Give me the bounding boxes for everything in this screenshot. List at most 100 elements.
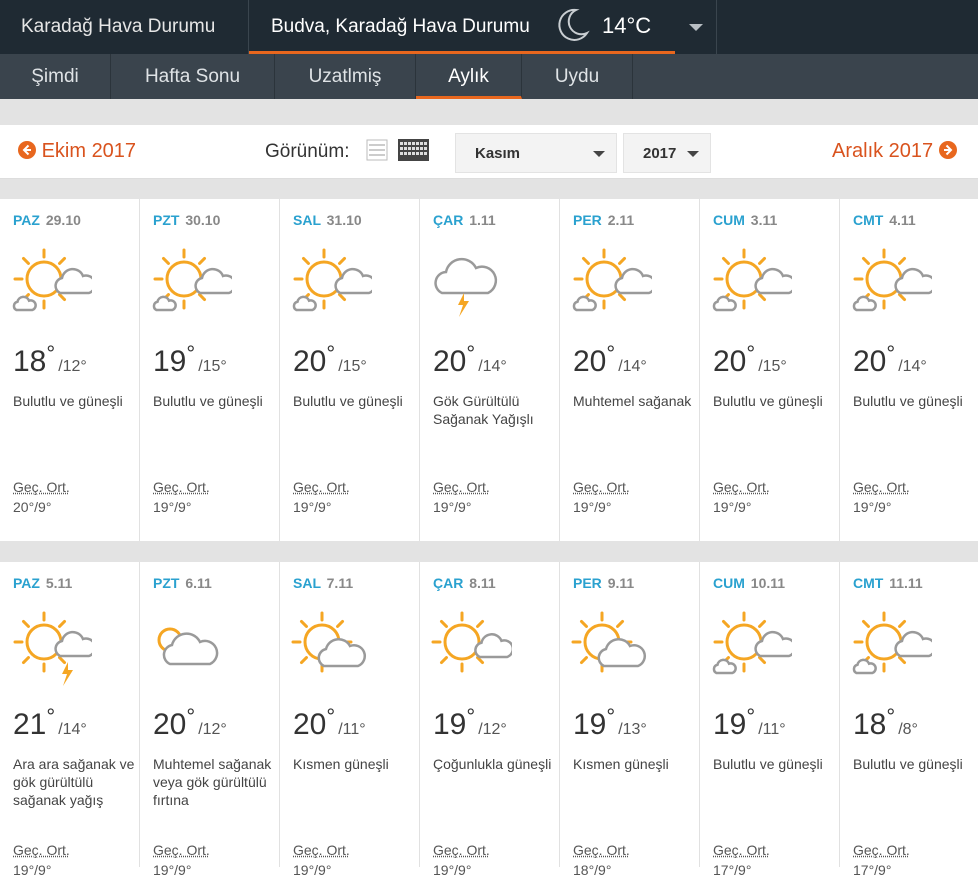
historical-avg-label: Geç. Ort.	[853, 842, 910, 858]
low-temp: /8°	[898, 721, 918, 738]
date: 29.10	[45, 212, 81, 228]
high-temp: 20	[713, 345, 747, 378]
date: 1.11	[469, 212, 496, 228]
year-select-value: 2017	[643, 145, 677, 162]
date: 31.10	[326, 212, 362, 228]
historical-avg-value: 20°/9°	[13, 499, 52, 515]
day-card[interactable]: CMT 4.11 20°/14° Bulutlu ve güneşli Geç. Or…	[840, 199, 978, 541]
month-select-value: Kasım	[475, 145, 521, 162]
degree-symbol: °	[746, 704, 756, 729]
tab-simdi[interactable]: Şimdi	[0, 54, 111, 99]
temperature: 21°/14°	[13, 704, 87, 742]
country-link[interactable]: Karadağ Hava Durumu	[0, 0, 249, 54]
degree-symbol: °	[326, 341, 336, 366]
chevron-down-icon	[593, 151, 605, 157]
tab-uzatilmis[interactable]: Uzatlmiş	[275, 54, 416, 99]
high-temp: 19	[573, 708, 607, 741]
year-select[interactable]: 2017	[623, 133, 711, 173]
weekday: PZT	[153, 212, 180, 228]
weekday: CUM	[713, 575, 745, 591]
day-card[interactable]: ÇAR 1.11 20°/14° Gök Gürültülü Sağanak Yağ…	[420, 199, 560, 541]
day-card[interactable]: SAL 7.11 20°/11° Kısmen güneşli Geç. Ort. 19…	[280, 562, 420, 878]
high-temp: 19	[713, 708, 747, 741]
month-select[interactable]: Kasım	[455, 133, 617, 173]
current-temp: 14°C	[602, 13, 652, 38]
day-name: CMT 11.11	[853, 575, 923, 591]
day-name: PZT 6.11	[153, 575, 212, 591]
weather-description: Gök Gürültülü Sağanak Yağışlı	[433, 393, 534, 427]
weekday: PER	[573, 212, 602, 228]
weather-description: Bulutlu ve güneşli	[853, 756, 963, 772]
day-card[interactable]: CUM 10.11 19°/11° Bulutlu ve güneşli Geç. O…	[700, 562, 840, 878]
weekday: ÇAR	[433, 212, 464, 228]
list-view-icon[interactable]	[366, 139, 388, 161]
sun-cloud-icon	[852, 248, 932, 312]
low-temp: /11°	[338, 721, 366, 738]
grid-view-icon[interactable]	[398, 139, 429, 161]
divider	[0, 541, 978, 562]
day-card[interactable]: CUM 3.11 20°/15° Bulutlu ve güneşli Geç. Or…	[700, 199, 840, 541]
temperature: 20°/15°	[293, 341, 367, 379]
weather-description: Bulutlu ve güneşli	[713, 393, 823, 409]
degree-symbol: °	[46, 341, 56, 366]
weather-description: Bulutlu ve güneşli	[153, 393, 263, 409]
historical-avg-label: Geç. Ort.	[853, 479, 910, 495]
weekday: CMT	[853, 575, 884, 591]
day-card[interactable]: CMT 11.11 18°/8° Bulutlu ve güneşli Geç. Or…	[840, 562, 978, 878]
high-temp: 18	[853, 708, 887, 741]
temperature: 19°/13°	[573, 704, 647, 742]
day-card[interactable]: SAL 31.10 20°/15° Bulutlu ve güneşli Geç. O…	[280, 199, 420, 541]
day-card[interactable]: PER 2.11 20°/14° Muhtemel sağanak Geç. Ort.…	[560, 199, 700, 541]
sun-cloud-icon	[152, 248, 232, 312]
date: 4.11	[889, 212, 916, 228]
temperature: 18°/8°	[853, 704, 918, 742]
moon-icon	[558, 8, 590, 41]
date: 3.11	[750, 212, 778, 228]
historical-avg-value: 19°/9°	[13, 862, 52, 878]
historical-avg-value: 19°/9°	[853, 499, 892, 515]
sun-cloud-icon	[852, 611, 932, 675]
day-name: ÇAR 8.11	[433, 575, 496, 591]
date: 2.11	[607, 212, 635, 228]
sun-cloud-icon	[572, 248, 652, 312]
historical-avg-value: 17°/9°	[713, 862, 752, 878]
day-card[interactable]: ÇAR 8.11 19°/12° Çoğunlukla güneşli Geç. Or…	[420, 562, 560, 878]
day-card[interactable]: PER 9.11 19°/13° Kısmen güneşli Geç. Ort. 18…	[560, 562, 700, 878]
current-location[interactable]: Budva, Karadağ Hava Durumu 14°C	[249, 0, 675, 54]
high-temp: 20	[433, 345, 467, 378]
chevron-down-icon	[687, 151, 699, 157]
day-card[interactable]: PZT 30.10 19°/15° Bulutlu ve güneşli Geç. O…	[140, 199, 280, 541]
next-month-link[interactable]: Aralık 2017	[832, 140, 957, 163]
temperature: 19°/12°	[433, 704, 507, 742]
top-bar: Karadağ Hava Durumu Budva, Karadağ Hava …	[0, 0, 978, 54]
historical-avg-label: Geç. Ort.	[153, 479, 210, 495]
sun-cloud-icon	[712, 611, 792, 675]
temperature: 20°/14°	[853, 341, 927, 379]
prev-month-label: Ekim 2017	[41, 140, 137, 162]
temperature: 19°/11°	[713, 704, 786, 742]
day-name: PER 9.11	[573, 575, 634, 591]
prev-month-link[interactable]: Ekim 2017	[18, 140, 136, 163]
weather-description: Bulutlu ve güneşli	[713, 756, 823, 772]
weekday: PAZ	[13, 575, 40, 591]
tab-uydu[interactable]: Uydu	[522, 54, 633, 99]
low-temp: /15°	[338, 358, 367, 375]
day-card[interactable]: PAZ 29.10 18°/12° Bulutlu ve güneşli Geç. O…	[0, 199, 140, 541]
tab-aylik[interactable]: Aylık	[416, 54, 522, 99]
weather-description: Bulutlu ve güneşli	[293, 393, 403, 409]
thunder-cloud-icon	[434, 257, 498, 317]
weather-description: Bulutlu ve güneşli	[13, 393, 123, 409]
day-name: CUM 10.11	[713, 575, 785, 591]
day-name: SAL 7.11	[293, 575, 353, 591]
historical-avg-value: 19°/9°	[713, 499, 752, 515]
historical-avg-label: Geç. Ort.	[573, 842, 630, 858]
day-card[interactable]: PZT 6.11 20°/12° Muhtemel sağanak veya gök…	[140, 562, 280, 878]
tab-hafta-sonu[interactable]: Hafta Sonu	[111, 54, 275, 99]
weather-description: Ara ara sağanak ve gök gürültülü sağanak…	[13, 756, 135, 808]
location-dropdown-button[interactable]	[675, 0, 717, 54]
temperature: 18°/12°	[13, 341, 87, 379]
low-temp: /12°	[478, 721, 507, 738]
day-card[interactable]: PAZ 5.11 21°/14° Ara ara sağanak ve gök gü…	[0, 562, 140, 878]
day-name: CMT 4.11	[853, 212, 916, 228]
partly-sunny-icon	[571, 611, 647, 673]
